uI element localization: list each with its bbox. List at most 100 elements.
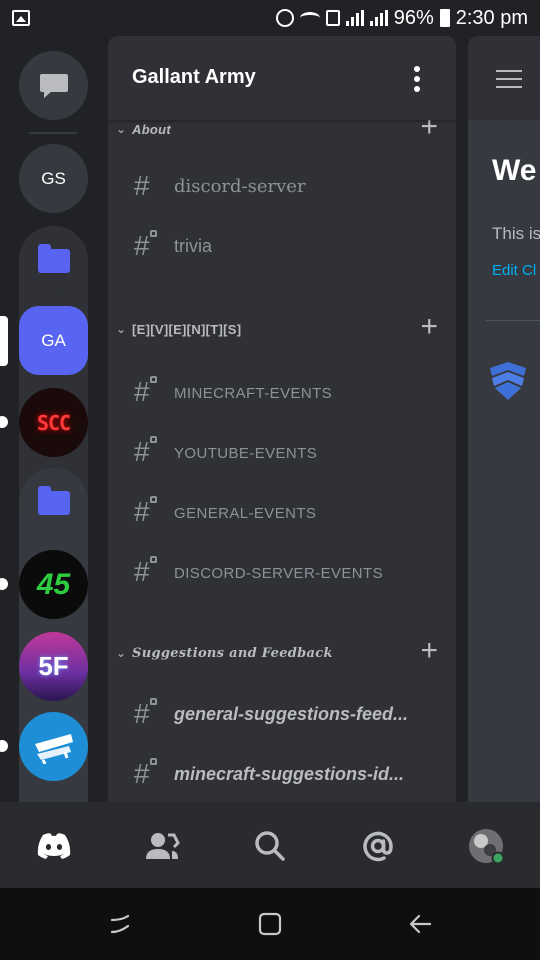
category-about[interactable]: ⌄ About + xyxy=(108,112,456,146)
server-gs[interactable]: GS xyxy=(19,144,88,213)
hash-icon: # xyxy=(134,376,150,407)
selected-indicator xyxy=(0,316,8,366)
channel-name: MINECRAFT-EVENTS xyxy=(174,385,333,402)
channel-name: general-suggestions-feed... xyxy=(174,704,409,724)
channel-discord-server[interactable]: # discord-server xyxy=(108,164,456,208)
hash-icon: # xyxy=(134,496,150,527)
channel-general-suggestions[interactable]: # general-suggestions-feed... xyxy=(108,692,456,736)
add-channel-icon[interactable]: + xyxy=(420,312,438,342)
category-events[interactable]: ⌄ [E][V][E][N][T][S] + xyxy=(108,312,456,346)
server-ga[interactable]: GA xyxy=(19,306,88,375)
lock-icon xyxy=(150,556,157,563)
battery-percent: 96% xyxy=(393,6,434,29)
chat-preview[interactable]: We This is Edit Cl xyxy=(468,36,540,802)
hash-icon: # xyxy=(134,230,150,261)
add-channel-icon[interactable]: + xyxy=(420,636,438,666)
server-5f[interactable]: 5F xyxy=(19,632,88,701)
status-bar: 96% 2:30 pm xyxy=(0,0,540,36)
direct-messages-button[interactable] xyxy=(19,51,88,120)
chevron-down-icon: ⌄ xyxy=(116,122,127,136)
channel-trivia[interactable]: # trivia xyxy=(108,224,456,268)
channel-minecraft-events[interactable]: # MINECRAFT-EVENTS xyxy=(108,370,456,414)
server-5f-label: 5F xyxy=(38,651,69,681)
profile-tab[interactable] xyxy=(466,826,506,866)
server-scc[interactable]: SCC xyxy=(19,388,88,457)
battery-icon xyxy=(439,9,450,27)
friends-icon xyxy=(146,833,180,859)
search-tab[interactable] xyxy=(250,826,290,866)
discord-logo-icon xyxy=(37,833,71,859)
category-label: About xyxy=(132,122,172,137)
lock-icon xyxy=(150,376,157,383)
sim-icon xyxy=(325,10,340,26)
folder-icon xyxy=(37,243,70,273)
lock-icon xyxy=(150,496,157,503)
wifi-icon xyxy=(299,12,320,24)
hash-icon: # xyxy=(134,170,150,201)
channel-discord-server-events[interactable]: # DISCORD-SERVER-EVENTS xyxy=(108,550,456,594)
server-rail: GS GA SCC 45 5F xyxy=(0,36,106,838)
category-suggestions[interactable]: ⌄ Suggestions and Feedback + xyxy=(108,636,456,670)
unread-dot xyxy=(0,578,8,590)
lock-icon xyxy=(150,698,157,705)
channel-name: minecraft-suggestions-id... xyxy=(174,764,405,784)
at-icon xyxy=(363,831,393,862)
back-icon[interactable] xyxy=(406,910,434,938)
menu-icon[interactable] xyxy=(496,70,522,88)
server-ga-label: GA xyxy=(41,330,66,350)
folder-2-button[interactable] xyxy=(19,468,88,537)
search-icon xyxy=(255,831,285,861)
hash-icon: # xyxy=(134,698,150,729)
chat-bubble-icon xyxy=(39,73,68,98)
server-45[interactable]: 45 xyxy=(19,550,88,619)
hash-icon: # xyxy=(134,758,150,789)
more-options-icon[interactable] xyxy=(414,66,420,92)
server-bench[interactable] xyxy=(19,712,88,781)
channel-general-events[interactable]: # GENERAL-EVENTS xyxy=(108,490,456,534)
category-label: [E][V][E][N][T][S] xyxy=(132,322,242,337)
channel-minecraft-suggestions[interactable]: # minecraft-suggestions-id... xyxy=(108,752,456,796)
avatar-icon xyxy=(469,829,505,865)
signal-2-icon xyxy=(369,10,388,26)
folder-1-button[interactable] xyxy=(19,226,88,295)
channel-name: discord-server xyxy=(174,176,306,197)
channel-name: trivia xyxy=(174,236,213,256)
mentions-tab[interactable] xyxy=(358,826,398,866)
recent-apps-icon[interactable] xyxy=(106,910,134,938)
status-icons: 96% 2:30 pm xyxy=(275,6,528,30)
bench-icon xyxy=(34,733,73,764)
signal-icon xyxy=(345,10,364,26)
channel-youtube-events[interactable]: # YOUTUBE-EVENTS xyxy=(108,430,456,474)
divider xyxy=(486,320,540,321)
channel-name: DISCORD-SERVER-EVENTS xyxy=(174,565,383,582)
clock: 2:30 pm xyxy=(455,6,528,29)
hash-icon: # xyxy=(134,436,150,467)
lock-icon xyxy=(150,436,157,443)
lock-icon xyxy=(150,230,157,237)
server-name: Gallant Army xyxy=(132,66,256,88)
server-header[interactable]: Gallant Army xyxy=(108,36,456,120)
home-button-icon[interactable] xyxy=(256,910,284,938)
server-45-label: 45 xyxy=(36,567,71,601)
channel-name: GENERAL-EVENTS xyxy=(174,505,317,522)
rail-divider xyxy=(29,132,77,134)
lock-icon xyxy=(150,758,157,765)
image-notification-icon xyxy=(12,10,30,26)
server-scc-label: SCC xyxy=(36,410,71,435)
home-tab[interactable] xyxy=(34,826,74,866)
server-gs-label: GS xyxy=(41,168,66,188)
channel-name: YOUTUBE-EVENTS xyxy=(174,445,318,462)
unread-dot xyxy=(0,416,8,428)
edit-channel-link[interactable]: Edit Cl xyxy=(492,262,536,279)
channel-panel: Gallant Army ⌄ About + # discord-server … xyxy=(108,36,456,802)
folder-icon xyxy=(37,485,70,515)
hash-icon: # xyxy=(134,556,150,587)
chevron-down-icon: ⌄ xyxy=(116,322,127,336)
unread-dot xyxy=(0,740,8,752)
alarm-icon xyxy=(275,9,294,27)
welcome-text: This is xyxy=(492,224,540,243)
friends-tab[interactable] xyxy=(142,826,182,866)
chat-header xyxy=(468,36,540,120)
category-label: Suggestions and Feedback xyxy=(132,646,333,661)
shield-icon xyxy=(490,362,526,400)
